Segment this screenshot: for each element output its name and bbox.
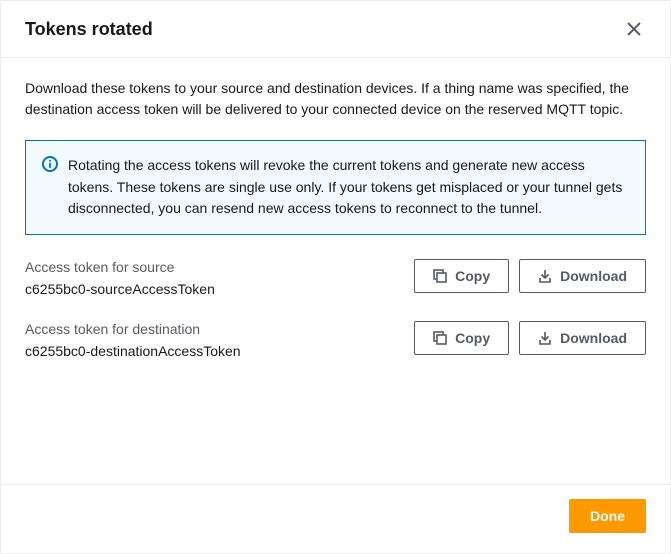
source-token-label: Access token for source [25, 259, 398, 275]
copy-destination-button[interactable]: Copy [414, 321, 509, 355]
copy-button-label: Copy [455, 268, 490, 284]
info-icon [42, 155, 58, 220]
info-text: Rotating the access tokens will revoke t… [68, 155, 629, 220]
source-token-value: c6255bc0-sourceAccessToken [25, 281, 398, 297]
download-icon [538, 331, 552, 345]
source-token-info: Access token for source c6255bc0-sourceA… [25, 259, 398, 297]
info-alert: Rotating the access tokens will revoke t… [25, 140, 646, 235]
destination-token-row: Access token for destination c6255bc0-de… [25, 321, 646, 359]
source-token-actions: Copy Download [414, 259, 646, 293]
copy-button-label: Copy [455, 330, 490, 346]
dialog-footer: Done [1, 484, 670, 553]
download-source-button[interactable]: Download [519, 259, 646, 293]
close-icon [626, 21, 642, 37]
download-icon [538, 269, 552, 283]
destination-token-info: Access token for destination c6255bc0-de… [25, 321, 398, 359]
copy-icon [433, 269, 447, 283]
source-token-row: Access token for source c6255bc0-sourceA… [25, 259, 646, 297]
download-button-label: Download [560, 268, 627, 284]
copy-icon [433, 331, 447, 345]
dialog-header: Tokens rotated [1, 1, 670, 58]
close-button[interactable] [622, 17, 646, 41]
copy-source-button[interactable]: Copy [414, 259, 509, 293]
destination-token-value: c6255bc0-destinationAccessToken [25, 343, 398, 359]
download-button-label: Download [560, 330, 627, 346]
dialog-title: Tokens rotated [25, 19, 153, 40]
dialog-content: Download these tokens to your source and… [1, 58, 670, 484]
dialog: Tokens rotated Download these tokens to … [0, 0, 671, 554]
done-button[interactable]: Done [569, 499, 646, 533]
destination-token-actions: Copy Download [414, 321, 646, 355]
destination-token-label: Access token for destination [25, 321, 398, 337]
download-destination-button[interactable]: Download [519, 321, 646, 355]
description-text: Download these tokens to your source and… [25, 78, 646, 120]
